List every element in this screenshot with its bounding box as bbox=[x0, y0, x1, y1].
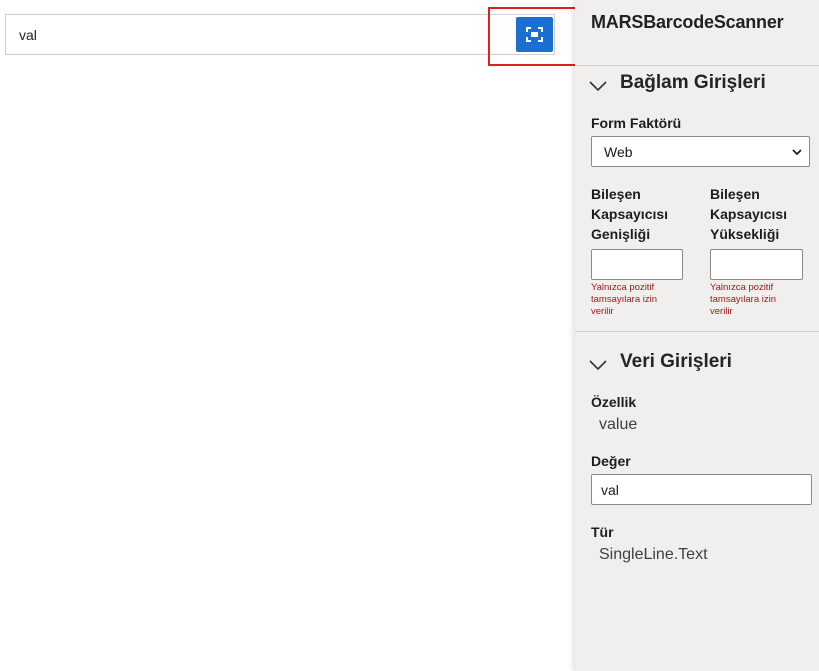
highlight-annotation bbox=[488, 7, 586, 66]
type-value: SingleLine.Text bbox=[599, 546, 708, 563]
value-input-text: val bbox=[601, 481, 619, 498]
data-inputs-title: Veri Girişleri bbox=[620, 351, 732, 372]
container-width-error: Yalnızca pozitif tamsayılara izin verili… bbox=[591, 282, 657, 317]
barcode-value-input[interactable] bbox=[6, 15, 515, 54]
barcode-scanner-control bbox=[5, 14, 555, 55]
value-label: Değer bbox=[591, 453, 631, 469]
context-inputs-title: Bağlam Girişleri bbox=[620, 72, 766, 93]
context-inputs-header[interactable]: Bağlam Girişleri bbox=[589, 72, 766, 94]
type-label: Tür bbox=[591, 524, 614, 540]
app-canvas: MARSBarcodeScanner Bağlam Girişleri Form… bbox=[0, 0, 819, 671]
container-height-group: Bileşen Kapsayıcısı Yüksekliği Yalnızca … bbox=[710, 184, 819, 318]
container-width-label: Bileşen Kapsayıcısı Genişliği bbox=[591, 186, 669, 242]
chevron-down-icon bbox=[589, 81, 607, 92]
container-height-error: Yalnızca pozitif tamsayılara izin verili… bbox=[710, 282, 776, 317]
value-input[interactable]: val bbox=[591, 474, 812, 505]
panel-title: MARSBarcodeScanner bbox=[591, 12, 784, 32]
property-label: Özellik bbox=[591, 394, 637, 410]
container-height-label: Bileşen Kapsayıcısı Yüksekliği bbox=[710, 186, 788, 242]
divider bbox=[575, 65, 819, 66]
property-value: value bbox=[599, 416, 638, 433]
chevron-down-icon bbox=[792, 149, 802, 156]
form-factor-select[interactable]: Web bbox=[591, 136, 810, 167]
chevron-down-icon bbox=[589, 360, 607, 371]
data-inputs-header[interactable]: Veri Girişleri bbox=[589, 351, 732, 373]
container-width-group: Bileşen Kapsayıcısı Genişliği Yalnızca p… bbox=[591, 184, 701, 318]
container-width-input[interactable] bbox=[591, 249, 683, 280]
form-factor-value: Web bbox=[604, 143, 633, 160]
container-height-input[interactable] bbox=[710, 249, 803, 280]
form-factor-label: Form Faktörü bbox=[591, 115, 682, 131]
divider bbox=[575, 331, 819, 332]
properties-panel: MARSBarcodeScanner Bağlam Girişleri Form… bbox=[575, 0, 819, 671]
